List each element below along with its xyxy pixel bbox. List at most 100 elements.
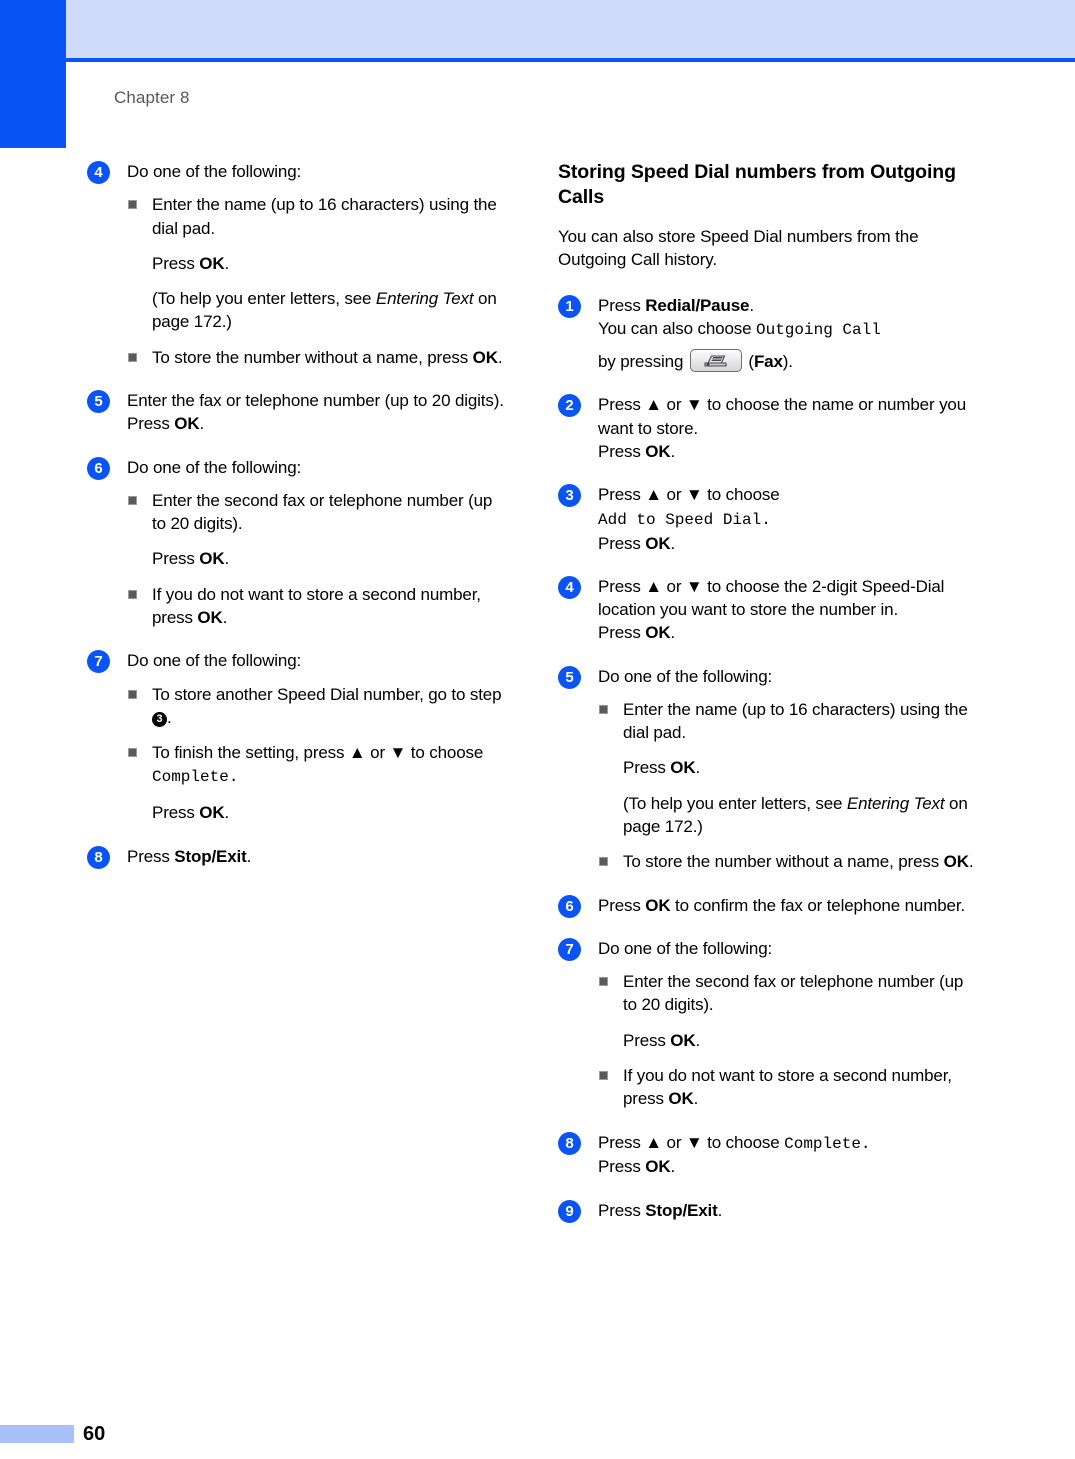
step-item: 7 Do one of the following: To store anot… bbox=[87, 649, 507, 824]
period: . bbox=[968, 852, 974, 872]
period: . bbox=[246, 846, 252, 866]
press-key-line: by pressing (Fax). bbox=[598, 349, 978, 373]
lcd-text: Complete bbox=[152, 768, 229, 787]
paren-open: ( bbox=[743, 352, 754, 372]
press-line: Press Stop/Exit. bbox=[598, 1199, 978, 1222]
press-label: Press bbox=[598, 895, 646, 915]
press-label: Press bbox=[598, 533, 646, 553]
press-line: Press OK. bbox=[598, 621, 978, 644]
period: . bbox=[860, 1134, 871, 1153]
period: . bbox=[222, 607, 228, 627]
key-name: Stop/Exit bbox=[174, 846, 247, 866]
choose-label: You can also choose bbox=[598, 319, 756, 339]
step-badge: 7 bbox=[558, 937, 581, 961]
step-text: Do one of the following: bbox=[598, 666, 773, 686]
press-label: Press bbox=[598, 442, 646, 462]
bullet-item: To store the number without a name, pres… bbox=[598, 850, 978, 873]
bullet-text: To store the number without a name, pres… bbox=[623, 852, 944, 872]
bullet-item: To store another Speed Dial number, go t… bbox=[127, 683, 507, 730]
key-name: OK bbox=[645, 895, 671, 915]
step-text: to confirm the fax or telephone number. bbox=[670, 895, 965, 915]
step-body: Enter the fax or telephone number (up to… bbox=[127, 389, 507, 436]
step-body: Press ▲ or ▼ to choose the 2-digit Speed… bbox=[598, 575, 978, 645]
bullet-text: To store another Speed Dial number, go t… bbox=[152, 684, 502, 704]
bullet-list: Enter the second fax or telephone number… bbox=[598, 970, 978, 1110]
press-line: Press Redial/Pause. bbox=[598, 294, 978, 317]
step-body: Do one of the following: Enter the secon… bbox=[598, 937, 978, 1111]
bullet-text: To store the number without a name, pres… bbox=[152, 347, 473, 367]
period: . bbox=[749, 296, 754, 315]
bullet-item: If you do not want to store a second num… bbox=[127, 583, 507, 630]
period: . bbox=[717, 1200, 723, 1220]
step-item: 8 Press Stop/Exit. bbox=[87, 845, 507, 869]
press-label: Press bbox=[127, 846, 175, 866]
press-line: Press OK. bbox=[598, 440, 978, 463]
sub-paragraph: (To help you enter letters, see Entering… bbox=[598, 792, 978, 839]
step-item: 1 Press Redial/Pause. You can also choos… bbox=[558, 294, 978, 373]
step-text: Press ▲ or ▼ to choose the name or numbe… bbox=[598, 395, 967, 438]
bullet-list: Enter the name (up to 16 characters) usi… bbox=[598, 698, 978, 874]
bullet-list: Enter the second fax or telephone number… bbox=[127, 489, 507, 629]
cross-reference-title: Entering Text bbox=[846, 793, 945, 813]
period: . bbox=[228, 768, 239, 787]
key-name: OK bbox=[472, 347, 498, 367]
step-badge: 4 bbox=[87, 161, 110, 184]
step-badge: 6 bbox=[87, 456, 110, 480]
step-badge: 6 bbox=[558, 894, 581, 918]
sub-paragraph: Press OK. bbox=[127, 252, 507, 275]
choose-line: You can also choose Outgoing Call bbox=[598, 317, 978, 342]
period: . bbox=[497, 347, 503, 367]
fax-machine-icon[interactable] bbox=[689, 349, 742, 373]
step-body: Press ▲ or ▼ to choose Add to Speed Dial… bbox=[598, 483, 978, 554]
header-rule bbox=[66, 58, 1075, 62]
step-badge: 4 bbox=[558, 575, 581, 599]
period: . bbox=[224, 253, 230, 273]
bullet-item: If you do not want to store a second num… bbox=[598, 1064, 978, 1111]
step-item: 5 Do one of the following: Enter the nam… bbox=[558, 665, 978, 874]
step-body: Do one of the following: Enter the name … bbox=[598, 665, 978, 874]
step-badge: 5 bbox=[87, 389, 110, 413]
key-name: OK bbox=[670, 758, 696, 778]
key-name: Fax bbox=[753, 352, 783, 372]
note-text: (To help you enter letters, see bbox=[152, 289, 376, 309]
bullet-item: Enter the name (up to 16 characters) usi… bbox=[127, 193, 507, 240]
bullet-item: To finish the setting, press ▲ or ▼ to c… bbox=[127, 741, 507, 789]
step-body: Press ▲ or ▼ to choose Complete. Press O… bbox=[598, 1131, 978, 1179]
key-name: OK bbox=[645, 442, 671, 462]
step-item: 6 Do one of the following: Enter the sec… bbox=[87, 456, 507, 630]
period: . bbox=[670, 623, 676, 643]
press-line: Press OK. bbox=[598, 532, 978, 555]
step-body: Do one of the following: To store anothe… bbox=[127, 649, 507, 824]
press-label: Press bbox=[598, 296, 646, 315]
header-band bbox=[66, 0, 1075, 58]
sub-paragraph: Press OK. bbox=[598, 756, 978, 779]
step-item: 9 Press Stop/Exit. bbox=[558, 1199, 978, 1223]
step-body: Press OK to confirm the fax or telephone… bbox=[598, 894, 978, 917]
step-reference-icon: 3 bbox=[152, 711, 167, 727]
step-badge: 7 bbox=[87, 650, 110, 674]
step-body: Press Stop/Exit. bbox=[598, 1199, 978, 1222]
step-badge: 5 bbox=[558, 665, 581, 689]
paren-close: ). bbox=[782, 352, 793, 372]
period: . bbox=[167, 707, 172, 727]
press-label: Press bbox=[598, 1157, 646, 1177]
step-item: 7 Do one of the following: Enter the sec… bbox=[558, 937, 978, 1111]
press-label: Press bbox=[598, 1200, 646, 1220]
period: . bbox=[695, 758, 701, 778]
bullet-item: Enter the name (up to 16 characters) usi… bbox=[598, 698, 978, 745]
step-item: 2 Press ▲ or ▼ to choose the name or num… bbox=[558, 393, 978, 463]
key-name: OK bbox=[199, 803, 225, 823]
bullet-text: Enter the second fax or telephone number… bbox=[152, 490, 493, 534]
bullet-text: Enter the name (up to 16 characters) usi… bbox=[623, 699, 968, 743]
step-text: Press ▲ or ▼ to choose bbox=[598, 485, 780, 505]
step-badge: 8 bbox=[87, 845, 110, 869]
step-badge: 9 bbox=[558, 1199, 581, 1223]
step-item: 4 Press ▲ or ▼ to choose the 2-digit Spe… bbox=[558, 575, 978, 645]
press-line: Press OK to confirm the fax or telephone… bbox=[598, 894, 978, 917]
step-body: Do one of the following: Enter the name … bbox=[127, 160, 507, 369]
step-text: Press ▲ or ▼ to choose the 2-digit Speed… bbox=[598, 576, 945, 620]
step-badge: 8 bbox=[558, 1131, 581, 1155]
key-name: OK bbox=[174, 414, 200, 434]
step-item: 5 Enter the fax or telephone number (up … bbox=[87, 389, 507, 436]
step-badge: 1 bbox=[558, 295, 581, 318]
